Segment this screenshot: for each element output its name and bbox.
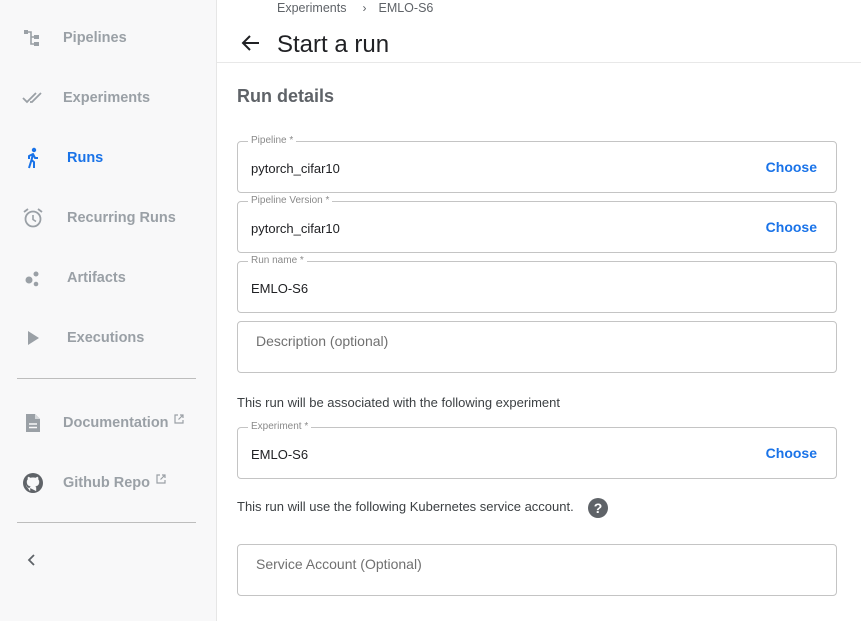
run-name-field-label: Run name * [248,255,307,267]
double-check-icon [22,87,44,109]
sidebar-item-runs[interactable]: Runs [0,138,216,178]
description-field[interactable]: Description (optional) [237,321,837,373]
sidebar-item-executions[interactable]: Executions [0,318,216,358]
help-icon[interactable]: ? [588,498,608,518]
app-root: Pipelines Experiments Runs Recurring Run… [0,0,861,621]
experiment-field-label: Experiment * [248,421,312,433]
pipeline-field-label: Pipeline * [248,135,297,147]
github-icon [22,472,44,494]
service-account-text: This run will use the following Kubernet… [237,499,574,514]
breadcrumb-experiment-name[interactable]: EMLO-S6 [378,1,433,15]
experiment-field[interactable]: Experiment * EMLO-S6 Choose [237,421,837,479]
play-icon [22,327,44,349]
pipeline-field-value: pytorch_cifar10 [251,161,340,176]
external-link-icon [156,471,166,484]
breadcrumb-separator: › [362,1,367,15]
description-field-placeholder: Description (optional) [256,333,389,349]
choose-pipeline-version-button[interactable]: Choose [766,219,817,235]
sidebar-item-label: Runs [67,150,104,166]
sidebar-item-experiments[interactable]: Experiments [0,78,216,118]
sidebar-link-github-repo[interactable]: Github Repo [0,463,216,503]
external-link-icon [174,411,184,424]
running-person-icon [22,147,44,169]
alarm-clock-icon [22,207,44,229]
sidebar-item-label: Pipelines [63,30,127,46]
pipeline-version-field-label: Pipeline Version * [248,195,333,207]
back-button[interactable] [239,33,263,57]
sidebar-divider [17,378,196,379]
sidebar: Pipelines Experiments Runs Recurring Run… [0,0,217,621]
page-title: Start a run [277,31,390,58]
document-icon [22,412,44,434]
page-header: Experiments › EMLO-S6 Start a run [217,0,861,63]
section-title: Run details [237,86,335,106]
sidebar-item-label: Github Repo [63,475,150,491]
experiment-field-value: EMLO-S6 [251,447,309,462]
sidebar-item-recurring-runs[interactable]: Recurring Runs [0,198,216,238]
experiment-association-text: This run will be associated with the fol… [237,395,560,410]
sidebar-item-label: Experiments [63,90,151,106]
sidebar-item-label: Artifacts [67,270,126,286]
choose-pipeline-button[interactable]: Choose [766,159,817,175]
collapse-sidebar-button[interactable] [22,552,42,572]
service-account-field[interactable]: Service Account (Optional) [237,544,837,596]
breadcrumb: Experiments › EMLO-S6 [277,0,433,16]
run-name-field[interactable]: Run name * EMLO-S6 [237,255,837,313]
sidebar-item-artifacts[interactable]: Artifacts [0,258,216,298]
sidebar-item-label: Executions [67,330,145,346]
pipelines-icon [22,27,44,49]
sidebar-link-documentation[interactable]: Documentation [0,403,216,443]
chevron-left-icon [26,553,38,572]
service-account-field-placeholder: Service Account (Optional) [256,556,422,572]
sidebar-item-pipelines[interactable]: Pipelines [0,18,216,58]
bubbles-icon [22,267,44,289]
breadcrumb-experiments[interactable]: Experiments [277,1,346,15]
arrow-left-icon [241,34,261,57]
choose-experiment-button[interactable]: Choose [766,445,817,461]
pipeline-version-field-value: pytorch_cifar10 [251,221,340,236]
sidebar-item-label: Recurring Runs [67,210,176,226]
pipeline-field[interactable]: Pipeline * pytorch_cifar10 Choose [237,135,837,193]
sidebar-item-label: Documentation [63,415,169,431]
sidebar-divider [17,522,196,523]
run-name-field-value: EMLO-S6 [251,281,309,296]
pipeline-version-field[interactable]: Pipeline Version * pytorch_cifar10 Choos… [237,195,837,253]
